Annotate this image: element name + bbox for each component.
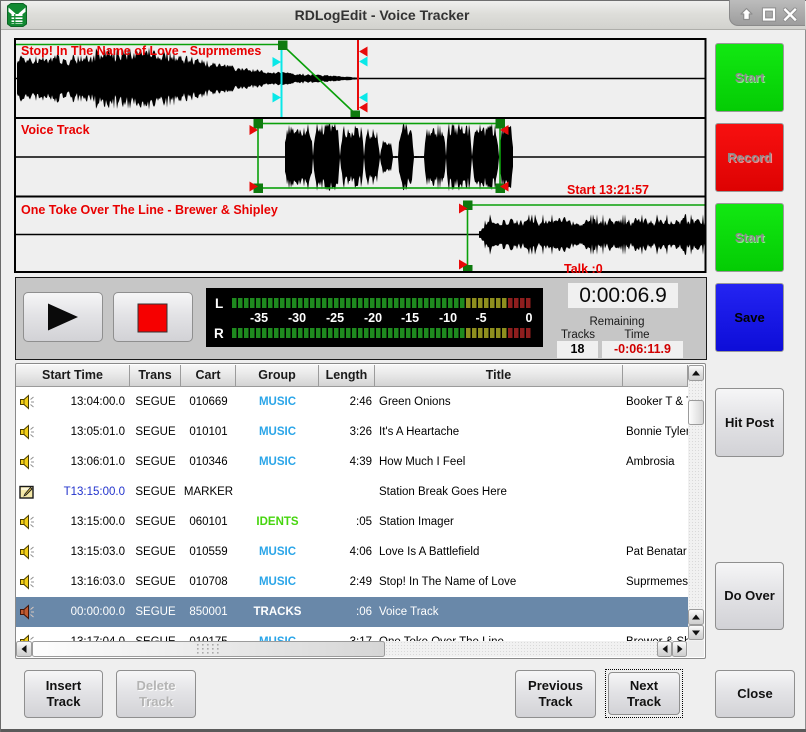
svg-text:L: L	[215, 296, 223, 311]
svg-text:-5: -5	[475, 311, 486, 325]
svg-text:-15: -15	[401, 311, 419, 325]
svg-text:-35: -35	[250, 311, 268, 325]
svg-text:R: R	[214, 326, 224, 341]
svg-text:-25: -25	[326, 311, 344, 325]
svg-text:-10: -10	[439, 311, 457, 325]
svg-text:-20: -20	[364, 311, 382, 325]
svg-text:-30: -30	[288, 311, 306, 325]
svg-text:0: 0	[526, 311, 533, 325]
